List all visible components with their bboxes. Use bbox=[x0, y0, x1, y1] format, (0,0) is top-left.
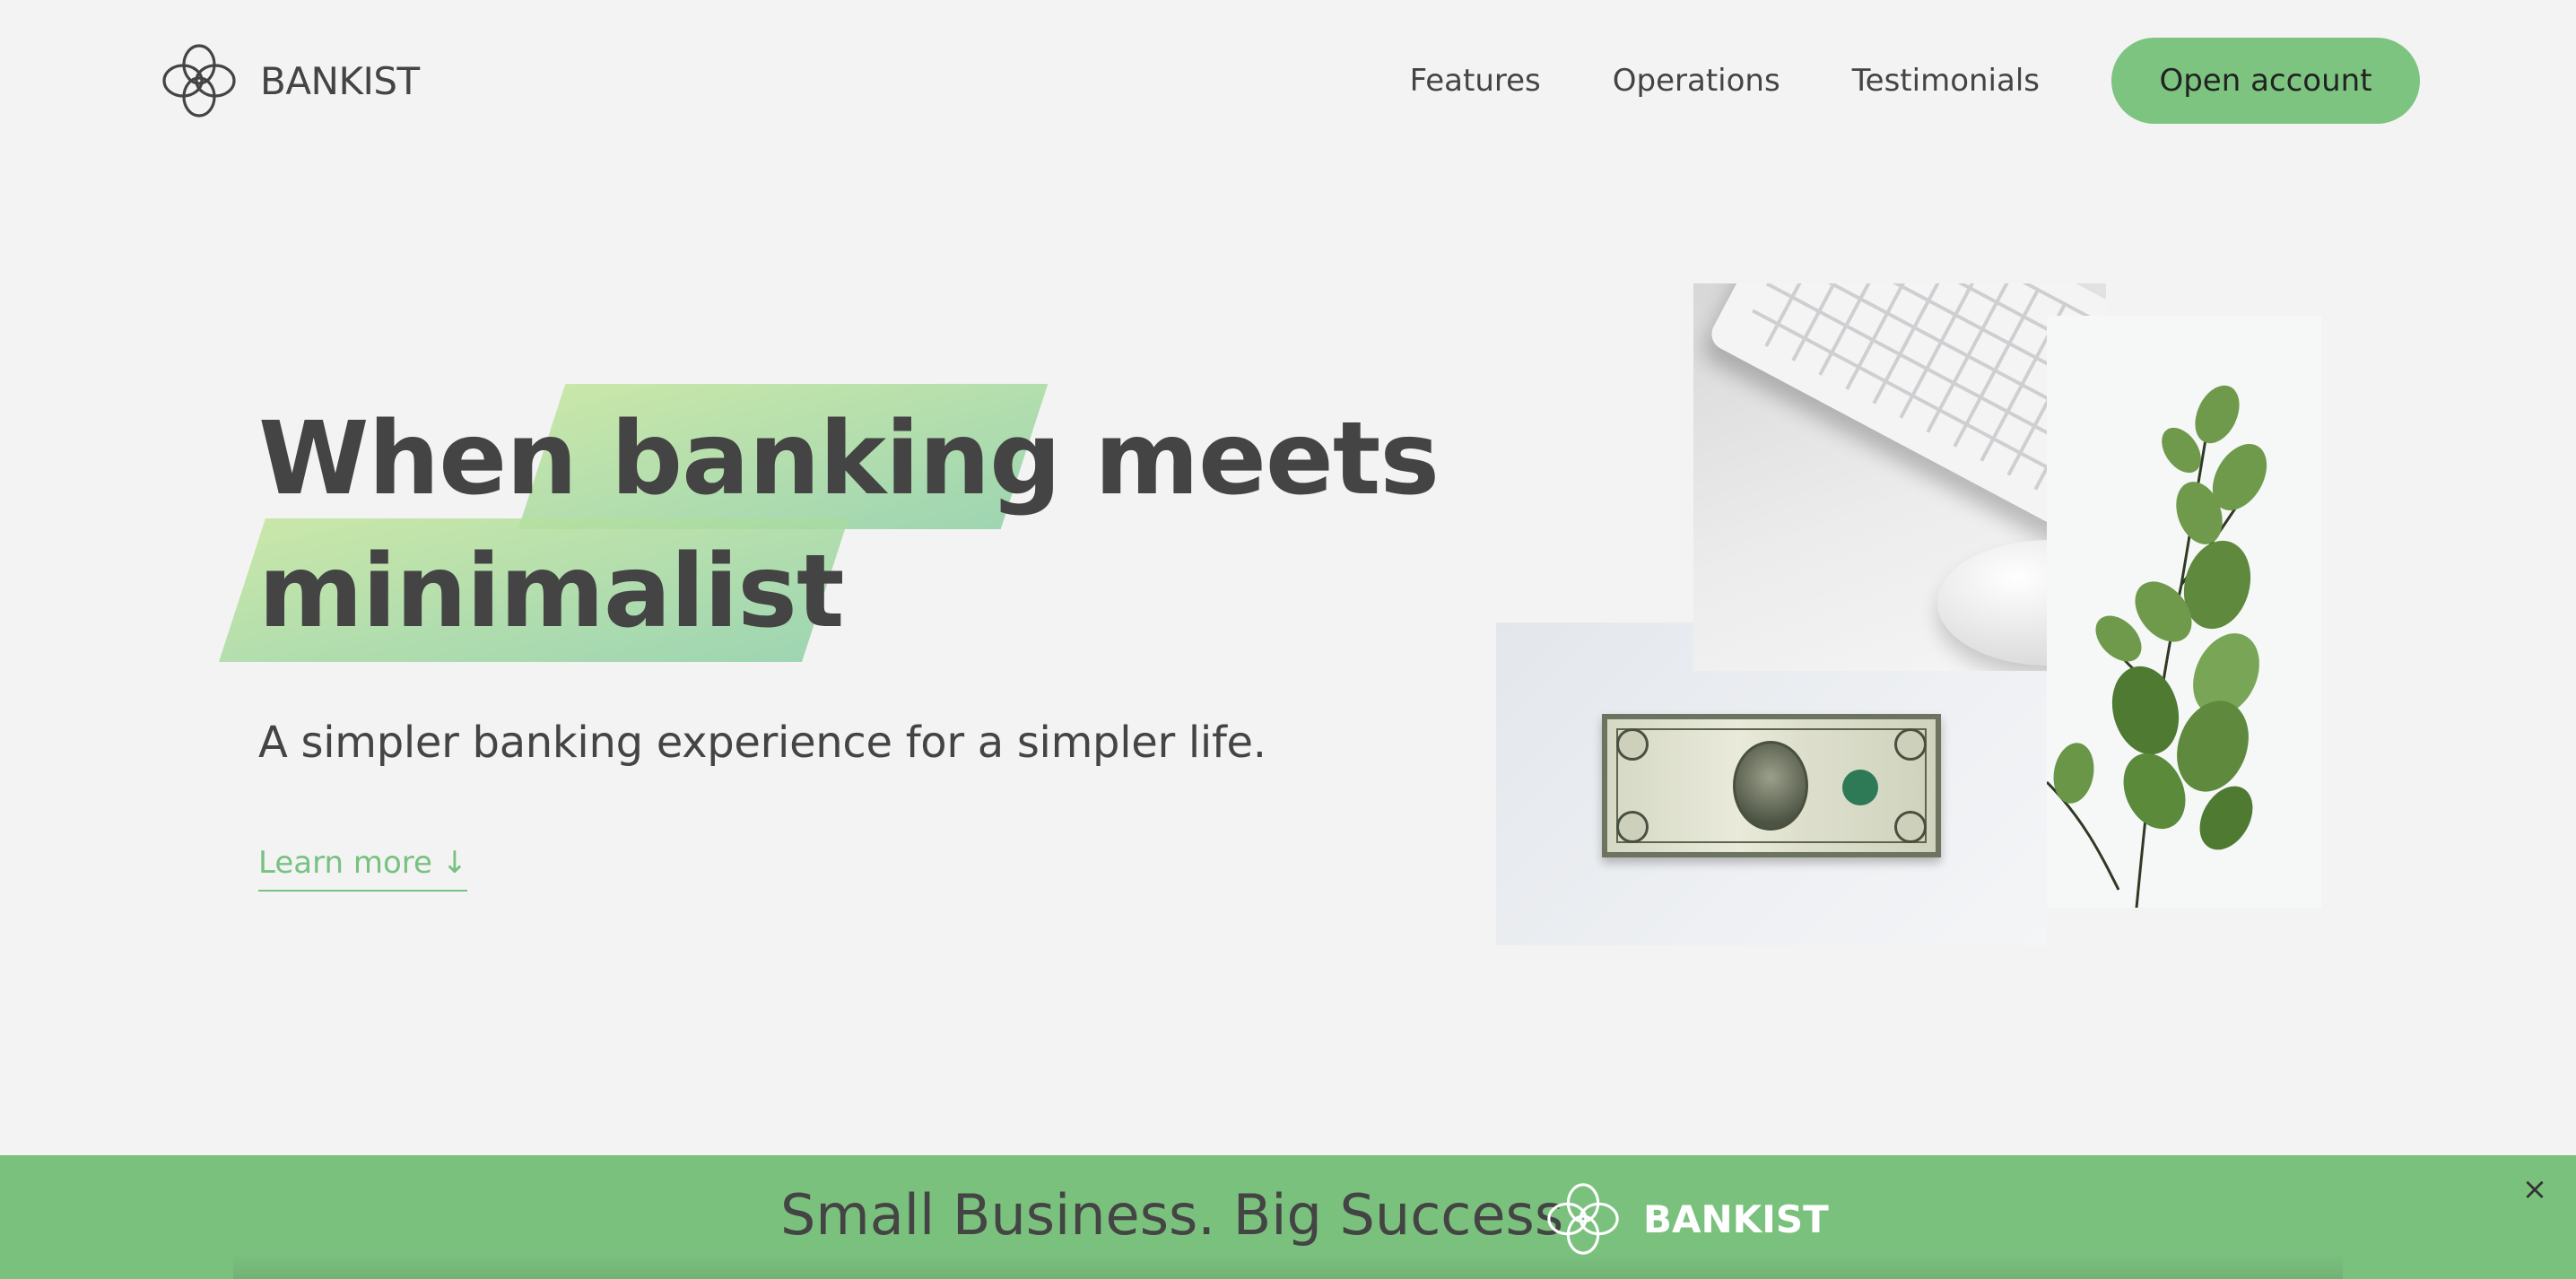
nav-links: Features Operations Testimonials Open ac… bbox=[1410, 38, 2420, 124]
brand-name: BANKIST bbox=[260, 58, 420, 103]
hero-word-minimalist: minimalist bbox=[258, 534, 844, 650]
hero-word-meets: meets bbox=[1094, 401, 1440, 518]
banner-brand: BANKIST bbox=[1643, 1196, 1829, 1241]
open-account-button[interactable]: Open account bbox=[2111, 38, 2420, 124]
nav-link-features[interactable]: Features bbox=[1410, 63, 1541, 99]
banner-text: Small Business. Big Success bbox=[780, 1182, 1564, 1248]
hero-title-line-2: minimalist bbox=[258, 526, 844, 658]
plant-leaves bbox=[2047, 385, 2267, 908]
close-icon[interactable]: × bbox=[2519, 1173, 2551, 1205]
hero-word-when: When bbox=[258, 401, 578, 518]
hero-subtitle: A simpler banking experience for a simpl… bbox=[258, 718, 1266, 768]
bill-portrait bbox=[1733, 741, 1808, 831]
plant-image bbox=[2047, 316, 2321, 908]
promo-banner: Small Business. Big Success BANKIST × bbox=[0, 1155, 2576, 1279]
nav-link-testimonials[interactable]: Testimonials bbox=[1852, 63, 2040, 99]
nav-link-operations[interactable]: Operations bbox=[1613, 63, 1780, 99]
bankist-logo-icon bbox=[1547, 1183, 1619, 1255]
top-navigation: BANKIST Features Operations Testimonials… bbox=[0, 0, 2576, 161]
bill-seal bbox=[1842, 770, 1878, 805]
dollar-bill bbox=[1602, 714, 1941, 857]
banner-logo: BANKIST bbox=[1543, 1179, 1829, 1259]
hero-word-banking: banking bbox=[610, 401, 1061, 518]
hero-title-line-1: When banking meets bbox=[258, 393, 1440, 526]
brand-logo[interactable]: BANKIST bbox=[158, 39, 420, 122]
learn-more-link[interactable]: Learn more ↓ bbox=[258, 845, 468, 892]
keyboard-mouse-image bbox=[1693, 283, 2106, 671]
bankist-logo-icon bbox=[162, 44, 236, 117]
dollar-bill-image bbox=[1496, 622, 2047, 945]
